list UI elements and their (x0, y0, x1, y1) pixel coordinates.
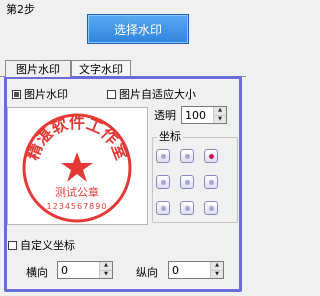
auto-fit-label: 图片自适应大小 (119, 88, 196, 101)
horizontal-label: 横向 (26, 266, 48, 279)
checkbox-icon (12, 89, 21, 99)
auto-fit-checkbox[interactable]: 图片自适应大小 (107, 86, 196, 102)
spin-up-icon[interactable]: ▲ (211, 262, 223, 270)
stamp-star-icon (61, 152, 93, 182)
horizontal-spinbox[interactable]: 0 ▲ ▼ (57, 261, 113, 279)
position-top-left-button[interactable] (156, 149, 170, 163)
spin-up-icon[interactable]: ▲ (214, 107, 226, 115)
coordinate-group-title: 坐标 (157, 128, 183, 144)
stamp-seal-image: 精湛软件工作室 测试公章 1234567890 (22, 113, 132, 223)
position-center-button[interactable] (180, 175, 194, 189)
horizontal-value: 0 (61, 263, 68, 277)
opacity-value: 100 (185, 108, 206, 122)
checkbox-icon (107, 89, 116, 99)
spin-down-icon[interactable]: ▼ (100, 269, 112, 278)
vertical-label: 纵向 (136, 266, 158, 279)
position-bottom-center-button[interactable] (180, 201, 194, 215)
stamp-line1: 测试公章 (55, 185, 99, 199)
position-top-center-button[interactable] (180, 149, 194, 163)
position-bottom-right-button[interactable] (204, 201, 218, 215)
custom-coordinate-checkbox[interactable]: 自定义坐标 (8, 237, 75, 253)
tab-image-watermark[interactable]: 图片水印 (5, 60, 71, 77)
image-watermark-label: 图片水印 (24, 88, 68, 101)
vertical-value: 0 (172, 263, 179, 277)
position-top-right-button[interactable] (204, 149, 218, 163)
spin-up-icon[interactable]: ▲ (100, 262, 112, 270)
position-middle-right-button[interactable] (204, 175, 218, 189)
step-2-label: 第2步 (6, 3, 35, 16)
position-bottom-left-button[interactable] (156, 201, 170, 215)
stamp-line2: 1234567890 (47, 202, 108, 211)
spin-down-icon[interactable]: ▼ (211, 269, 223, 278)
vertical-spinbox[interactable]: 0 ▲ ▼ (168, 261, 224, 279)
position-middle-left-button[interactable] (156, 175, 170, 189)
watermark-preview: 精湛软件工作室 测试公章 1234567890 (7, 107, 148, 225)
choose-watermark-button[interactable]: 选择水印 (87, 14, 189, 44)
spin-down-icon[interactable]: ▼ (214, 114, 226, 123)
checkbox-icon (8, 240, 17, 250)
opacity-label: 透明 (154, 109, 176, 122)
tab-text-watermark[interactable]: 文字水印 (71, 60, 131, 76)
custom-coordinate-label: 自定义坐标 (20, 239, 75, 252)
image-watermark-checkbox[interactable]: 图片水印 (12, 86, 68, 102)
opacity-spinbox[interactable]: 100 ▲ ▼ (181, 106, 227, 124)
